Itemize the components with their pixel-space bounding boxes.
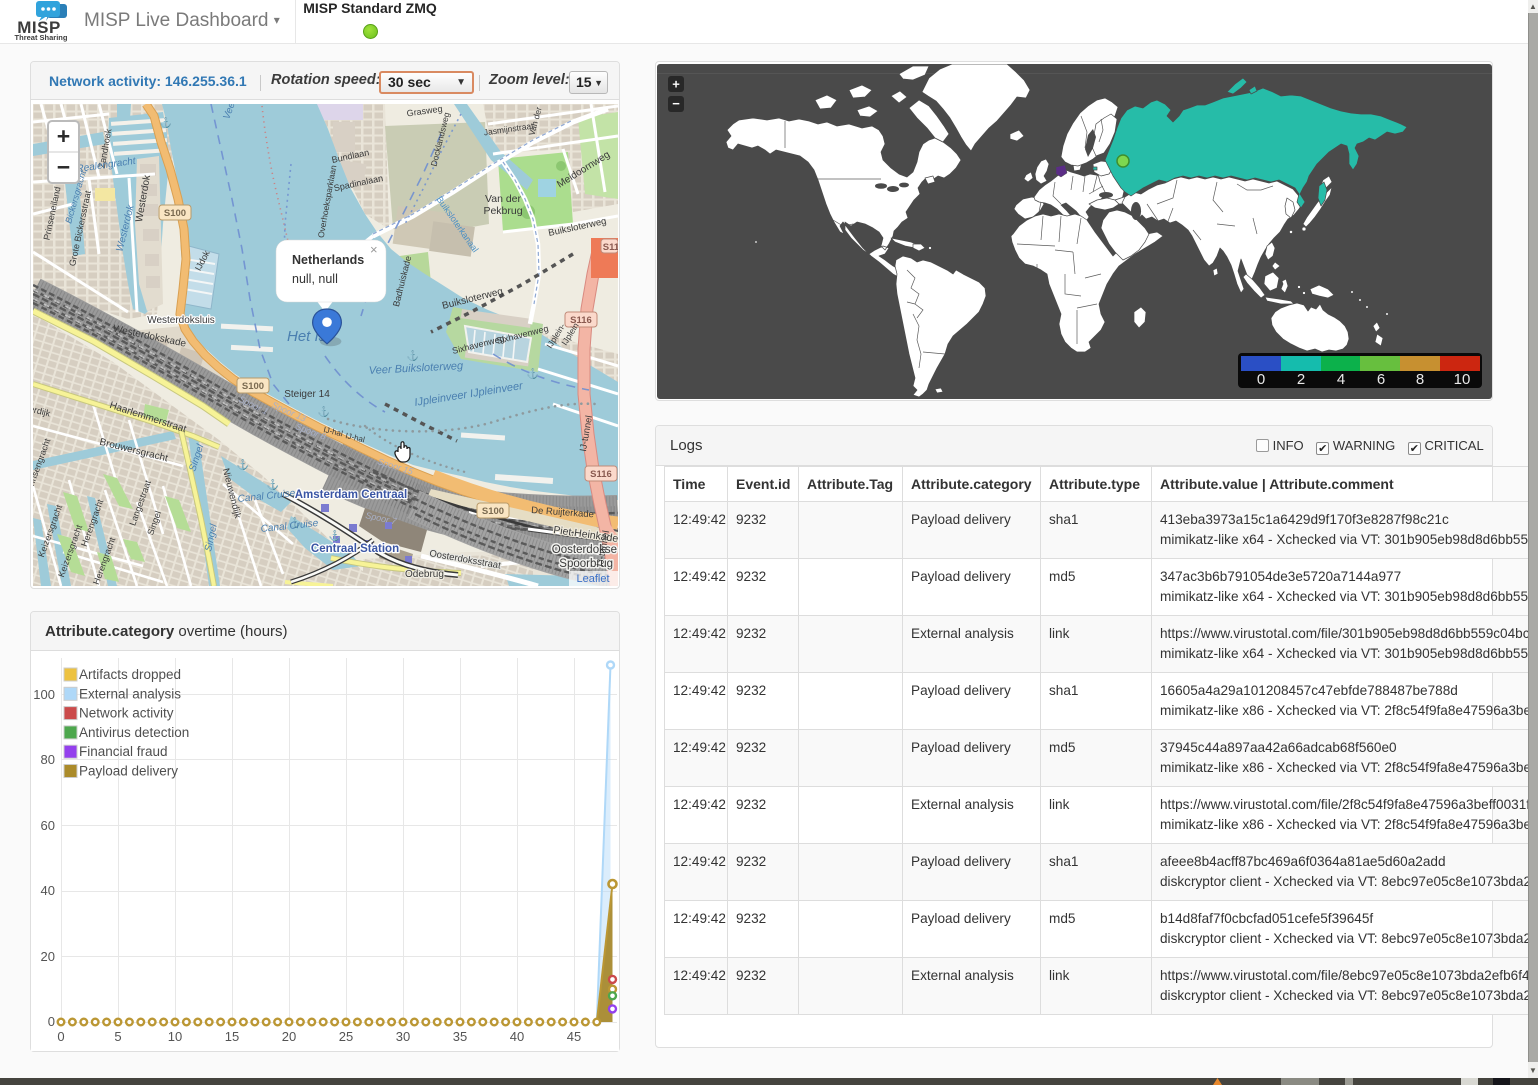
svg-text:0: 0 bbox=[1257, 371, 1265, 388]
svg-text:Centraal Station: Centraal Station bbox=[311, 543, 399, 555]
svg-text:100: 100 bbox=[33, 687, 55, 702]
svg-text:S100: S100 bbox=[164, 208, 186, 219]
svg-text:2: 2 bbox=[1297, 371, 1305, 388]
svg-text:Financial fraud: Financial fraud bbox=[79, 744, 168, 759]
svg-text:0: 0 bbox=[57, 1029, 64, 1044]
svg-text:⚓: ⚓ bbox=[329, 529, 341, 542]
svg-text:Leaflet: Leaflet bbox=[576, 573, 609, 585]
svg-text:Payload delivery: Payload delivery bbox=[79, 764, 178, 779]
svg-text:30: 30 bbox=[396, 1029, 410, 1044]
svg-text:⚓: ⚓ bbox=[237, 458, 249, 471]
svg-text:8: 8 bbox=[1416, 371, 1424, 388]
svg-text:−: − bbox=[672, 96, 680, 111]
svg-text:Amsterdam Centraal: Amsterdam Centraal bbox=[295, 489, 407, 501]
svg-text:Steiger 14: Steiger 14 bbox=[284, 389, 330, 400]
svg-text:0: 0 bbox=[48, 1014, 55, 1029]
svg-text:Pekbrug: Pekbrug bbox=[483, 205, 522, 217]
svg-text:External analysis: External analysis bbox=[79, 686, 181, 701]
svg-text:10: 10 bbox=[1454, 371, 1471, 388]
svg-text:15: 15 bbox=[225, 1029, 239, 1044]
svg-text:S11: S11 bbox=[603, 242, 618, 253]
svg-text:+: + bbox=[672, 77, 680, 92]
svg-text:35: 35 bbox=[453, 1029, 467, 1044]
svg-text:Netherlands: Netherlands bbox=[292, 253, 364, 267]
svg-text:⚓: ⚓ bbox=[527, 367, 539, 380]
svg-text:Odebrug: Odebrug bbox=[405, 569, 444, 580]
svg-text:S100: S100 bbox=[482, 506, 504, 517]
svg-text:Network activity: Network activity bbox=[79, 706, 174, 721]
svg-text:Artifacts dropped: Artifacts dropped bbox=[79, 667, 181, 682]
svg-text:Grasweg: Grasweg bbox=[406, 104, 443, 118]
svg-text:25: 25 bbox=[339, 1029, 353, 1044]
svg-text:6: 6 bbox=[1377, 371, 1385, 388]
svg-text:Westerdoksluis: Westerdoksluis bbox=[147, 315, 215, 326]
svg-text:60: 60 bbox=[41, 818, 55, 833]
svg-text:−: − bbox=[57, 154, 70, 180]
svg-text:×: × bbox=[370, 242, 378, 257]
svg-text:⚓: ⚓ bbox=[160, 116, 172, 129]
svg-text:+: + bbox=[57, 123, 70, 149]
svg-text:S100: S100 bbox=[242, 381, 264, 392]
svg-text:10: 10 bbox=[168, 1029, 182, 1044]
svg-text:⚓: ⚓ bbox=[318, 405, 330, 418]
svg-text:20: 20 bbox=[282, 1029, 296, 1044]
svg-text:⚓: ⚓ bbox=[407, 349, 419, 362]
svg-text:45: 45 bbox=[567, 1029, 581, 1044]
svg-text:20: 20 bbox=[41, 949, 55, 964]
svg-text:4: 4 bbox=[1337, 371, 1345, 388]
svg-text:5: 5 bbox=[114, 1029, 121, 1044]
svg-text:40: 40 bbox=[510, 1029, 524, 1044]
svg-text:Van der: Van der bbox=[485, 193, 521, 205]
svg-text:null, null: null, null bbox=[292, 272, 338, 286]
svg-text:40: 40 bbox=[41, 883, 55, 898]
svg-text:Antivirus detection: Antivirus detection bbox=[79, 725, 189, 740]
svg-text:80: 80 bbox=[41, 752, 55, 767]
svg-text:S116: S116 bbox=[590, 469, 612, 480]
